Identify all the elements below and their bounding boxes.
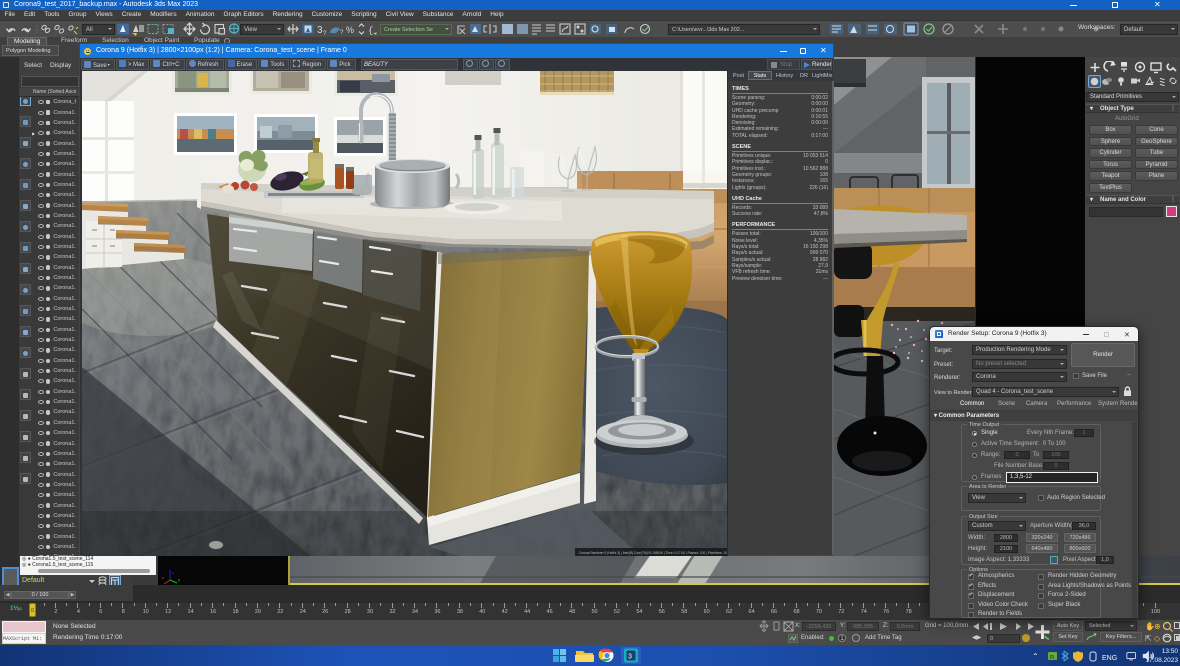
svg-text:{: { — [368, 26, 373, 36]
svg-text:⇱: ⇱ — [1145, 634, 1152, 643]
svg-text:⊕: ⊕ — [1154, 622, 1161, 631]
svg-text:n: n — [1050, 654, 1054, 661]
svg-text:?: ? — [340, 30, 344, 36]
svg-text:ENG: ENG — [1102, 655, 1117, 662]
svg-text:x: x — [162, 575, 164, 580]
svg-text:◇: ◇ — [1154, 634, 1161, 643]
svg-text:3: 3 — [628, 654, 632, 661]
svg-text:z: z — [172, 570, 174, 575]
svg-text:y: y — [178, 577, 180, 582]
svg-text:%: % — [346, 25, 354, 35]
svg-text:Corona Renderer 9 (Hotfix 3) |: Corona Renderer 9 (Hotfix 3) | Intel(R) … — [579, 551, 728, 555]
